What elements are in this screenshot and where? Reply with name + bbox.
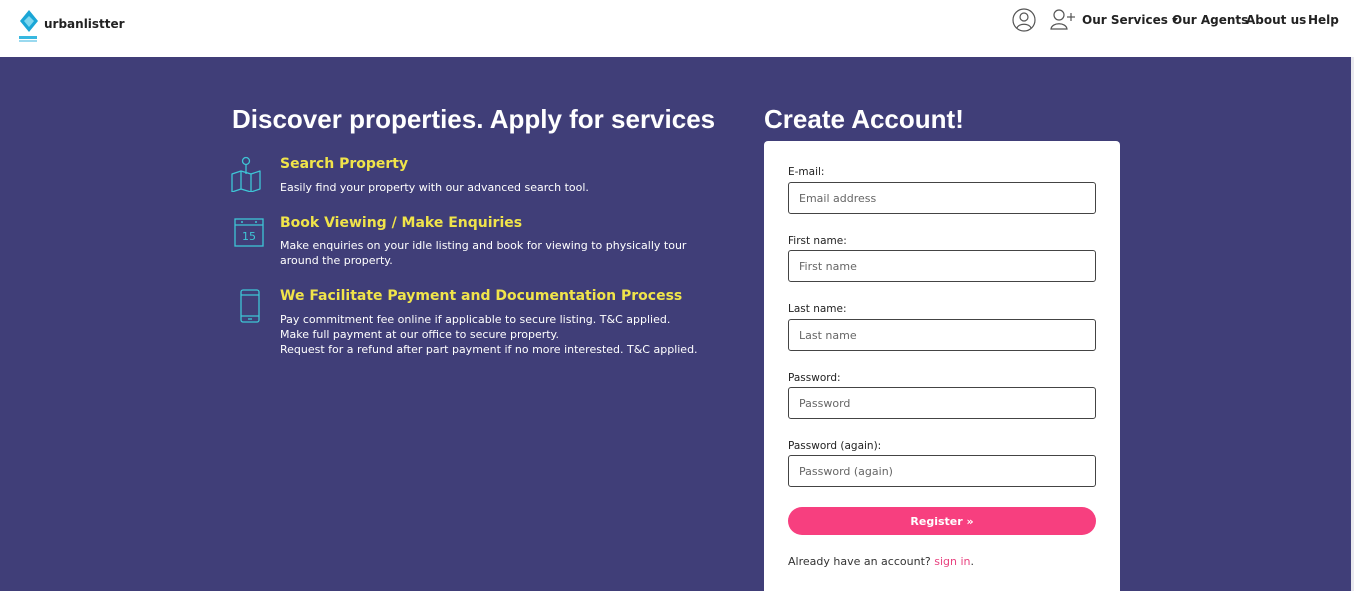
- password-label: Password:: [788, 372, 841, 384]
- map-pin-icon: [231, 156, 261, 192]
- feature-text-booking: Make enquiries on your idle listing and …: [280, 238, 725, 268]
- feature-line: Request for a refund after part payment …: [280, 343, 698, 356]
- password-field[interactable]: [788, 387, 1096, 419]
- feature-line: Make full payment at our office to secur…: [280, 328, 559, 341]
- mobile-phone-icon: [240, 289, 260, 323]
- nav-our-services-dropdown[interactable]: Our Services: [1082, 13, 1178, 27]
- email-label: E-mail:: [788, 166, 825, 178]
- nav-help[interactable]: Help: [1308, 13, 1339, 27]
- email-field[interactable]: [788, 182, 1096, 214]
- calendar-icon-number: 15: [242, 230, 256, 243]
- nav-about-us[interactable]: About us: [1246, 13, 1306, 27]
- user-circle-icon[interactable]: [1012, 8, 1036, 32]
- feature-title-booking: Book Viewing / Make Enquiries: [280, 215, 523, 231]
- feature-text-search: Easily find your property with our advan…: [280, 180, 725, 195]
- feature-text-payment: Pay commitment fee online if applicable …: [280, 312, 725, 357]
- nav-our-agents[interactable]: Our Agents: [1172, 13, 1248, 27]
- signin-suffix: .: [970, 555, 974, 568]
- last-name-label: Last name:: [788, 303, 847, 315]
- feature-title-payment: We Facilitate Payment and Documentation …: [280, 288, 683, 304]
- register-title: Create Account!: [764, 104, 964, 134]
- register-button[interactable]: Register »: [788, 507, 1096, 535]
- first-name-field[interactable]: [788, 250, 1096, 282]
- user-plus-icon[interactable]: [1050, 8, 1076, 32]
- password-again-label: Password (again):: [788, 440, 882, 452]
- brand-name[interactable]: urbanlistter: [44, 17, 125, 31]
- signin-prefix: Already have an account?: [788, 555, 931, 568]
- feature-line: Easily find your property with our advan…: [280, 181, 589, 194]
- top-navbar: urbanlistter Our Services Our Agents Abo…: [0, 0, 1354, 57]
- last-name-field[interactable]: [788, 319, 1096, 351]
- hero-title: Discover properties. Apply for services: [232, 104, 716, 134]
- calendar-icon: 15: [234, 218, 264, 247]
- signin-prompt: Already have an account? sign in.: [788, 555, 974, 568]
- password-again-field[interactable]: [788, 455, 1096, 487]
- feature-title-search: Search Property: [280, 156, 409, 172]
- diamond-logo-icon[interactable]: [18, 10, 40, 44]
- signin-link[interactable]: sign in: [934, 555, 970, 568]
- first-name-label: First name:: [788, 235, 847, 247]
- nav-our-services-label: Our Services: [1082, 13, 1168, 27]
- feature-line: Pay commitment fee online if applicable …: [280, 313, 671, 326]
- feature-line: Make enquiries on your idle listing and …: [280, 239, 687, 267]
